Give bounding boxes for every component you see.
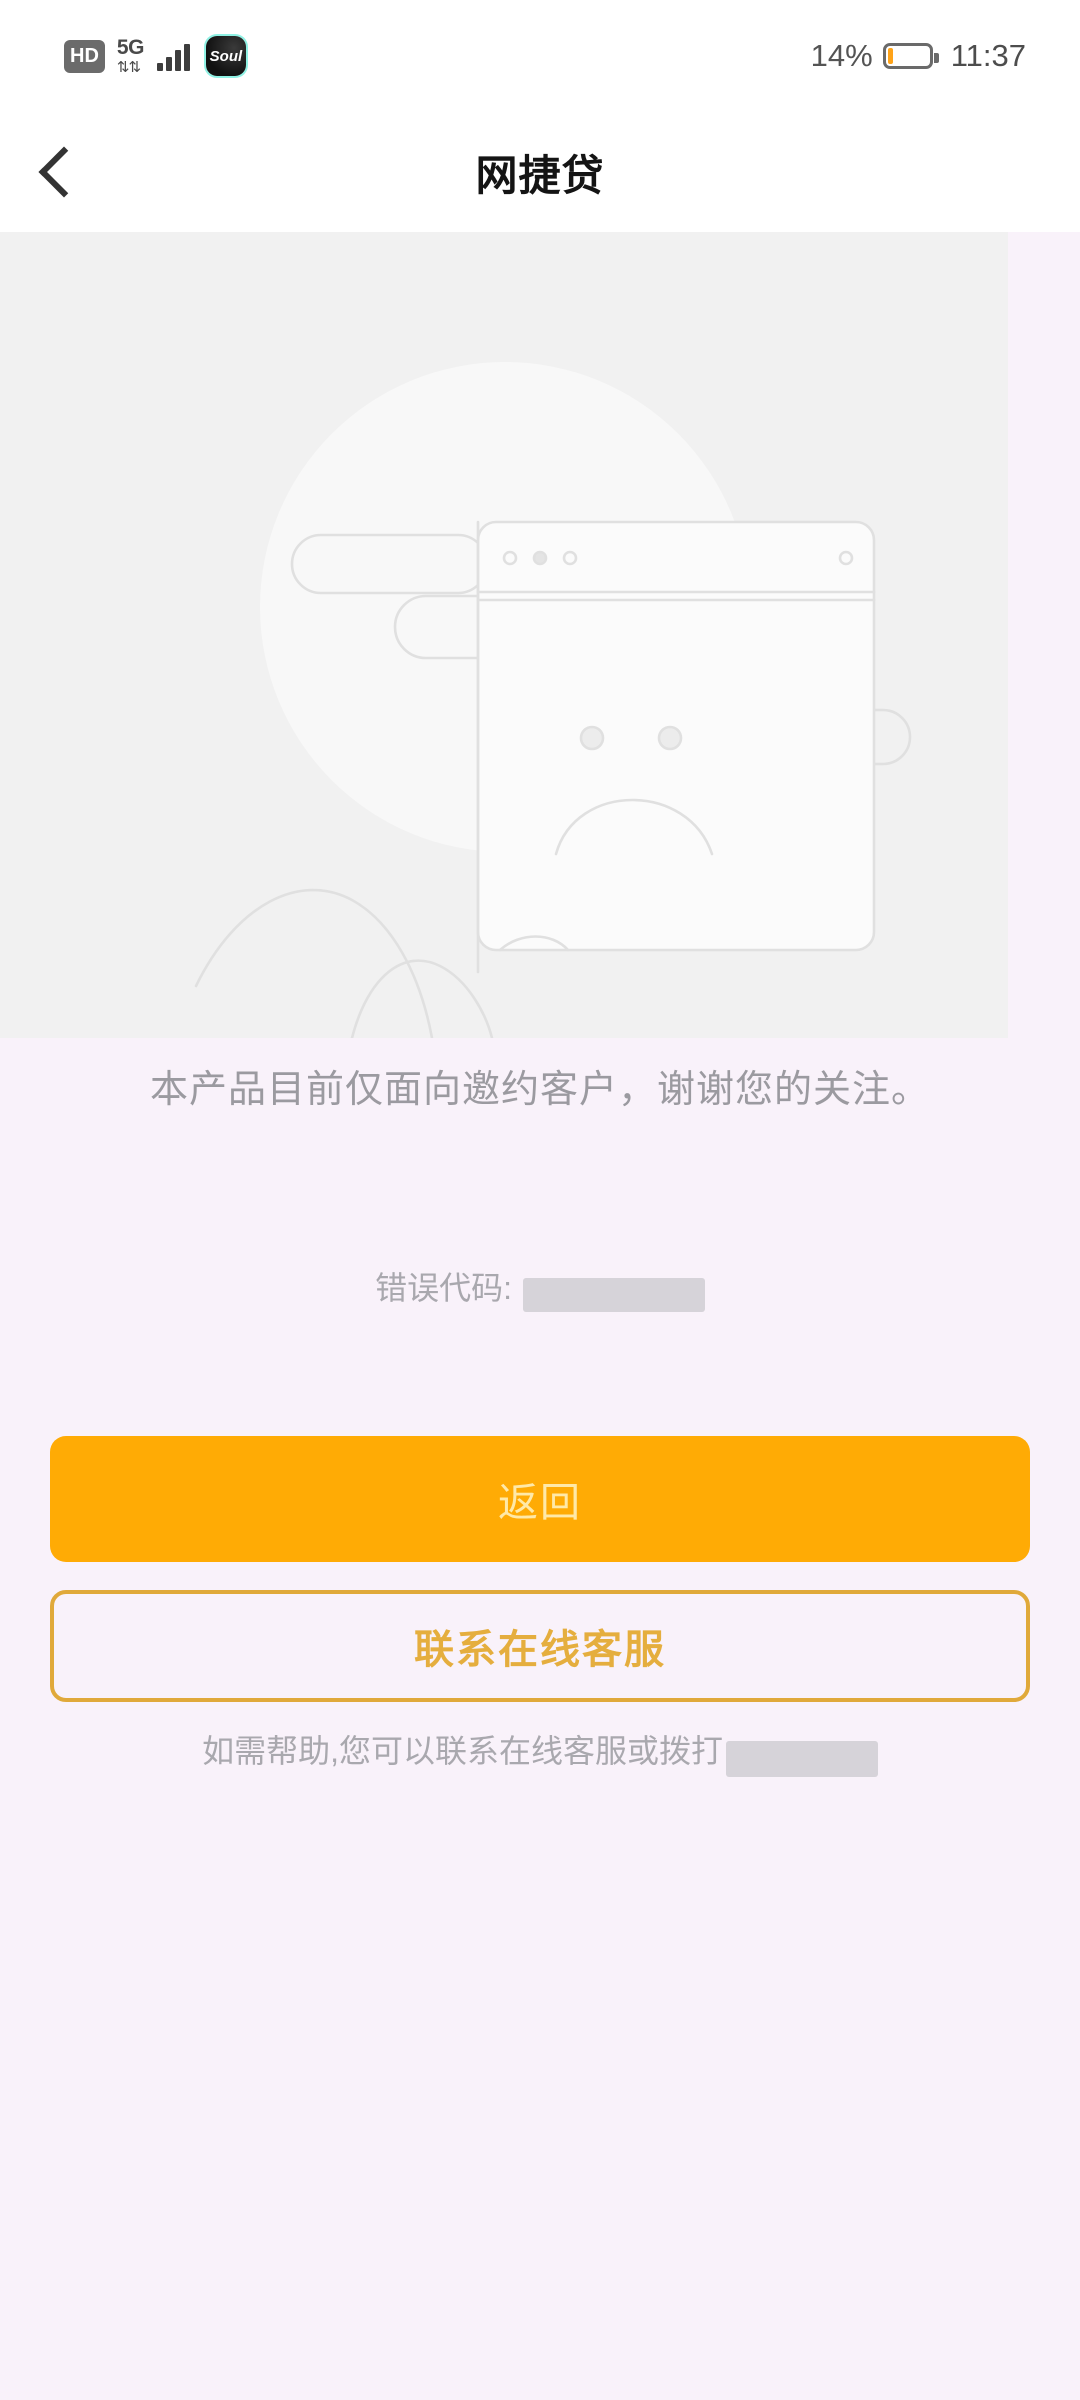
contact-support-button-label: 联系在线客服	[414, 1628, 666, 1672]
page-title: 网捷贷	[475, 151, 605, 199]
sad-face-browser-window-illustration	[0, 232, 1008, 1040]
battery-percent-label: 14%	[810, 38, 873, 73]
status-bar: HD 5G ⇅⇅ Soul 14% 11:37	[0, 0, 1080, 112]
error-code-label: 错误代码:	[375, 1270, 512, 1306]
help-hint-row: 如需帮助,您可以联系在线客服或拨打	[0, 1726, 1080, 1777]
error-code-value-redacted	[522, 1277, 705, 1312]
data-transfer-arrows-icon: ⇅⇅	[116, 59, 141, 76]
network-generation-label: 5G	[116, 36, 145, 59]
help-hint-text: 如需帮助,您可以联系在线客服或拨打	[202, 1733, 723, 1769]
battery-icon	[882, 43, 939, 69]
soul-app-icon: Soul	[205, 36, 246, 76]
signal-bars-icon	[156, 41, 190, 71]
status-bar-right: 14% 11:37	[811, 38, 1026, 74]
status-message: 本产品目前仅面向邀约客户，谢谢您的关注。	[149, 1069, 930, 1111]
back-action-button-label: 返回	[498, 1481, 582, 1525]
status-bar-left: HD 5G ⇅⇅ Soul	[64, 36, 246, 76]
contact-support-button[interactable]: 联系在线客服	[50, 1590, 1030, 1702]
network-type-indicator: 5G ⇅⇅	[116, 36, 145, 76]
main-content: 本产品目前仅面向邀约客户，谢谢您的关注。 错误代码: 返回 联系在线客服 如需帮…	[0, 1038, 1080, 2400]
illustration-panel	[0, 232, 1008, 1040]
app-bar: 网捷贷	[0, 112, 1080, 232]
support-phone-redacted	[725, 1740, 878, 1777]
back-action-button[interactable]: 返回	[50, 1436, 1030, 1562]
clock-label: 11:37	[950, 38, 1026, 73]
hd-icon: HD	[64, 39, 105, 73]
error-code-row: 错误代码:	[0, 1263, 1080, 1312]
battery-fill	[887, 48, 894, 64]
